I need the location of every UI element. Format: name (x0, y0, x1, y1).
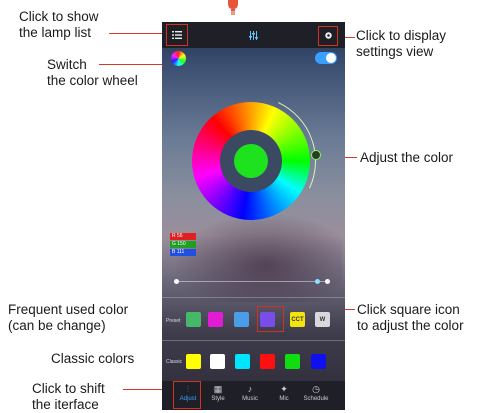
classic-color-swatch[interactable] (210, 354, 225, 369)
power-toggle[interactable] (315, 52, 337, 64)
callout-lamp-list: Click to show the lamp list (19, 9, 99, 40)
classic-color-swatch[interactable] (186, 354, 201, 369)
callout-line (99, 64, 166, 65)
callout-square-icon: Click square icon to adjust the color (357, 302, 464, 333)
classic-color-swatch[interactable] (285, 354, 300, 369)
rgb-green-value: G 150 (170, 241, 196, 248)
preset-color-swatch[interactable]: CCT (290, 312, 305, 327)
callout-line (109, 33, 166, 34)
divider (162, 297, 345, 298)
tab-label: Style (211, 396, 225, 402)
preset-label: Preset (166, 318, 181, 324)
mic-icon: ✦ (280, 384, 288, 394)
callout-frequent-color: Frequent used color (can be change) (8, 302, 129, 333)
rgb-blue-value: B 111 (170, 249, 196, 256)
color-adjust-knob[interactable] (311, 150, 321, 160)
selected-color-preview (234, 144, 268, 178)
highlight-square-icon (257, 306, 284, 332)
color-wheel-switch-icon[interactable] (171, 51, 186, 66)
preset-color-swatch[interactable]: W (315, 312, 330, 327)
callout-settings-view: Click to display settings view (356, 28, 447, 59)
grid-icon: ▦ (213, 384, 223, 394)
app-screen: R 56 G 150 B 111 Preset CCT W Classic ⫶ Ad… (162, 22, 345, 410)
callout-color-wheel: Switch the color wheel (47, 57, 138, 88)
brightness-slider-min (174, 279, 179, 284)
brightness-slider-marker (315, 279, 320, 284)
highlight-adjust-tab (173, 381, 201, 409)
callout-shift-interface: Click to shift the iterface (32, 381, 105, 412)
tab-music[interactable]: ♪ Music (235, 383, 265, 402)
sliders-icon (248, 30, 258, 40)
tab-mic[interactable]: ✦ Mic (269, 383, 299, 402)
classic-label: Classic (166, 359, 183, 365)
bulb-icon (228, 0, 238, 15)
mode-icon (246, 28, 260, 42)
tab-label: Schedule (303, 396, 329, 402)
preset-color-swatch[interactable] (186, 312, 201, 327)
classic-color-swatch[interactable] (235, 354, 250, 369)
highlight-settings (318, 26, 338, 46)
brightness-slider-handle[interactable] (325, 279, 330, 284)
callout-adjust-color: Adjust the color (360, 150, 454, 165)
tab-style[interactable]: ▦ Style (203, 383, 233, 402)
tab-label: Mic (279, 396, 289, 402)
rgb-red-value: R 56 (170, 233, 196, 240)
preset-color-swatch[interactable] (234, 312, 249, 327)
divider (162, 340, 345, 341)
brightness-slider[interactable] (176, 281, 328, 282)
clock-icon: ◷ (312, 384, 320, 394)
classic-color-swatch[interactable] (311, 354, 326, 369)
highlight-lamp-list (166, 24, 188, 46)
music-icon: ♪ (247, 384, 253, 394)
preset-color-swatch[interactable] (208, 312, 223, 327)
callout-classic-colors: Classic colors (51, 351, 135, 366)
tab-label: Music (242, 396, 258, 402)
tab-schedule[interactable]: ◷ Schedule (301, 383, 331, 402)
classic-color-swatch[interactable] (260, 354, 275, 369)
